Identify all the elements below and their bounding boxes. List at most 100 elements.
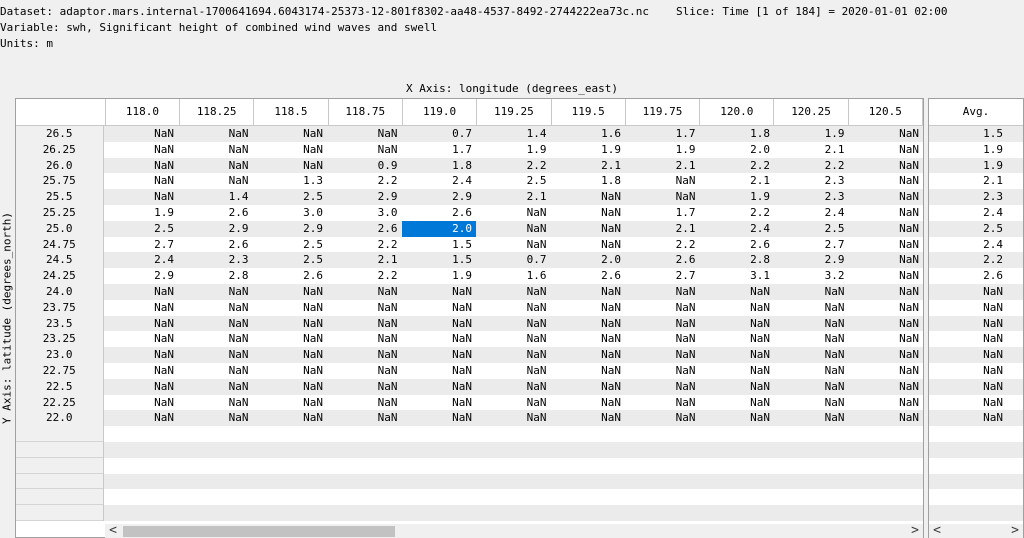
table-cell[interactable]: NaN	[104, 126, 179, 142]
row-header[interactable]: 26.0	[16, 158, 103, 174]
table-cell[interactable]: 2.1	[551, 158, 626, 174]
avg-cell[interactable]: NaN	[929, 378, 1023, 395]
column-header[interactable]: 119.5	[552, 99, 626, 125]
table-cell[interactable]: NaN	[700, 379, 775, 395]
avg-cell[interactable]: 2.4	[929, 236, 1023, 253]
avg-cell[interactable]: NaN	[929, 394, 1023, 411]
table-cell[interactable]: NaN	[178, 410, 253, 426]
table-cell[interactable]: NaN	[625, 379, 700, 395]
table-cell[interactable]: NaN	[774, 395, 849, 411]
table-cell[interactable]: NaN	[551, 205, 626, 221]
table-cell[interactable]: 2.2	[625, 237, 700, 253]
table-cell[interactable]: NaN	[625, 395, 700, 411]
table-cell[interactable]: NaN	[476, 237, 551, 253]
table-cell[interactable]: NaN	[327, 142, 402, 158]
table-cell[interactable]: NaN	[178, 173, 253, 189]
avg-cell[interactable]: 2.1	[929, 173, 1023, 190]
table-cell[interactable]: NaN	[551, 363, 626, 379]
table-cell[interactable]: NaN	[849, 363, 924, 379]
table-cell[interactable]: 1.7	[402, 142, 477, 158]
table-cell[interactable]: NaN	[178, 363, 253, 379]
table-cell[interactable]: 1.8	[700, 126, 775, 142]
table-cell[interactable]: NaN	[476, 347, 551, 363]
table-cell[interactable]: NaN	[402, 284, 477, 300]
table-cell[interactable]: 2.8	[700, 252, 775, 268]
table-cell[interactable]: NaN	[551, 237, 626, 253]
avg-cell[interactable]: 2.4	[929, 204, 1023, 221]
table-cell[interactable]: 2.7	[625, 268, 700, 284]
table-cell[interactable]: NaN	[327, 126, 402, 142]
table-cell[interactable]: NaN	[551, 189, 626, 205]
table-cell[interactable]: NaN	[476, 331, 551, 347]
avg-cell[interactable]: 2.5	[929, 220, 1023, 237]
table-cell[interactable]: 2.9	[104, 268, 179, 284]
table-cell[interactable]: NaN	[402, 410, 477, 426]
table-cell[interactable]: NaN	[625, 410, 700, 426]
table-cell[interactable]: 2.2	[476, 158, 551, 174]
table-cell[interactable]: 2.7	[104, 237, 179, 253]
table-cell[interactable]: NaN	[476, 300, 551, 316]
table-cell[interactable]: NaN	[104, 173, 179, 189]
table-cell[interactable]: NaN	[774, 410, 849, 426]
table-cell[interactable]: 2.9	[178, 221, 253, 237]
table-cell[interactable]: NaN	[178, 284, 253, 300]
row-header[interactable]: 23.75	[16, 300, 103, 316]
row-header[interactable]: 23.0	[16, 347, 103, 363]
table-cell[interactable]: NaN	[104, 142, 179, 158]
table-cell[interactable]: 2.1	[625, 221, 700, 237]
table-cell[interactable]: 2.2	[327, 237, 402, 253]
row-header[interactable]: 26.5	[16, 126, 103, 142]
table-cell[interactable]: NaN	[327, 395, 402, 411]
table-cell[interactable]: NaN	[774, 331, 849, 347]
table-cell[interactable]: NaN	[625, 300, 700, 316]
table-cell[interactable]: NaN	[774, 363, 849, 379]
table-cell[interactable]: NaN	[476, 410, 551, 426]
table-cell[interactable]: NaN	[327, 300, 402, 316]
row-header[interactable]: 25.25	[16, 205, 103, 221]
table-cell[interactable]: NaN	[476, 205, 551, 221]
table-cell[interactable]: 2.7	[774, 237, 849, 253]
table-cell[interactable]: NaN	[551, 284, 626, 300]
horizontal-scrollbar[interactable]: < >	[105, 524, 923, 538]
table-cell[interactable]: NaN	[476, 284, 551, 300]
table-cell[interactable]: NaN	[700, 300, 775, 316]
avg-cell[interactable]: 1.9	[929, 157, 1023, 174]
table-cell[interactable]: NaN	[402, 300, 477, 316]
table-cell[interactable]: NaN	[327, 347, 402, 363]
table-cell[interactable]: 2.0	[551, 252, 626, 268]
table-cell[interactable]: 3.2	[774, 268, 849, 284]
table-cell[interactable]: 2.6	[178, 205, 253, 221]
scroll-thumb[interactable]	[123, 526, 395, 537]
row-header[interactable]: 24.5	[16, 252, 103, 268]
average-table[interactable]: Avg. 1.5 1.9 1.9 2.1 2.3 2.4 2.5 2.4 2.2 2.6 NaN Na…	[928, 98, 1024, 538]
table-cell[interactable]: NaN	[625, 284, 700, 300]
avg-cell[interactable]: NaN	[929, 315, 1023, 332]
table-cell[interactable]: NaN	[774, 347, 849, 363]
row-header[interactable]: 24.0	[16, 284, 103, 300]
table-cell[interactable]: NaN	[849, 221, 924, 237]
table-cell[interactable]: 2.2	[700, 205, 775, 221]
column-header[interactable]: 118.25	[180, 99, 255, 125]
row-header[interactable]: 24.75	[16, 237, 103, 253]
avg-cell[interactable]: 2.2	[929, 252, 1023, 269]
table-cell[interactable]: 0.9	[327, 158, 402, 174]
avg-scroll-right-icon[interactable]: >	[1007, 524, 1023, 538]
table-cell[interactable]: 2.9	[327, 189, 402, 205]
table-cell[interactable]: NaN	[253, 284, 328, 300]
table-cell[interactable]: 2.5	[774, 221, 849, 237]
avg-cell[interactable]: NaN	[929, 299, 1023, 316]
table-cell[interactable]: 2.4	[774, 205, 849, 221]
avg-cell[interactable]: 2.3	[929, 189, 1023, 205]
table-cell[interactable]: 1.9	[104, 205, 179, 221]
table-cell[interactable]: NaN	[402, 395, 477, 411]
table-cell[interactable]: NaN	[551, 221, 626, 237]
table-cell[interactable]: NaN	[700, 347, 775, 363]
table-cell[interactable]: 2.9	[253, 221, 328, 237]
table-cell[interactable]: NaN	[551, 331, 626, 347]
table-cell[interactable]: NaN	[253, 142, 328, 158]
table-cell[interactable]: NaN	[402, 316, 477, 332]
table-cell[interactable]: 0.7	[476, 252, 551, 268]
table-cell[interactable]: 2.5	[253, 237, 328, 253]
table-cell[interactable]: 2.6	[551, 268, 626, 284]
table-cell[interactable]: NaN	[253, 331, 328, 347]
